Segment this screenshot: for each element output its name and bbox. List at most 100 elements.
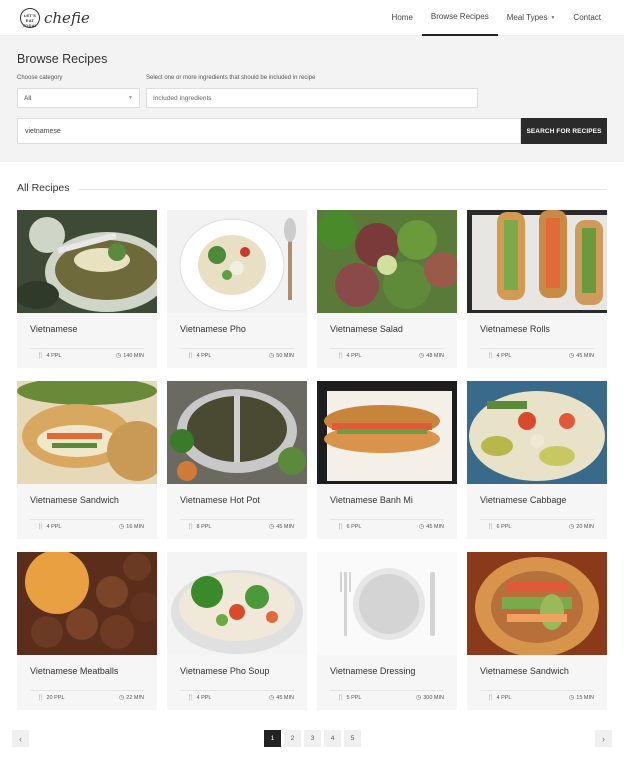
recipe-title[interactable]: Vietnamese Banh Mi <box>317 484 457 516</box>
recipe-title[interactable]: Vietnamese <box>17 313 157 345</box>
page-button[interactable]: 4 <box>324 730 341 747</box>
recipe-title[interactable]: Vietnamese Sandwich <box>17 484 157 516</box>
page-button[interactable]: 5 <box>344 730 361 747</box>
ingredients-label: Select one or more ingredients that shou… <box>146 75 316 81</box>
recipe-image[interactable] <box>17 210 157 313</box>
cook-time-value: 45 MIN <box>276 524 294 530</box>
section-title: All Recipes <box>17 182 78 194</box>
recipe-title[interactable]: Vietnamese Sandwich <box>467 655 607 687</box>
card-divider <box>180 519 294 520</box>
prev-page-button[interactable]: ‹ <box>12 730 29 747</box>
recipe-card[interactable]: Vietnamese Rolls 🍴 4 PPL ◷ 45 MIN <box>467 210 607 368</box>
utensils-icon: 🍴 <box>37 695 45 701</box>
clock-icon: ◷ <box>269 353 275 359</box>
page-title: Browse Recipes <box>17 52 108 66</box>
utensils-icon: 🍴 <box>337 524 345 530</box>
card-divider <box>180 690 294 691</box>
recipe-image[interactable] <box>317 552 457 655</box>
recipe-card[interactable]: Vietnamese Sandwich 🍴 4 PPL ◷ 15 MIN <box>467 552 607 710</box>
card-divider <box>30 348 144 349</box>
recipe-card[interactable]: Vietnamese Meatballs 🍴 20 PPL ◷ 22 MIN <box>17 552 157 710</box>
cook-time: ◷ 300 MIN <box>416 694 444 701</box>
recipe-image[interactable] <box>467 552 607 655</box>
recipe-card[interactable]: Vietnamese Dressing 🍴 5 PPL ◷ 300 MIN <box>317 552 457 710</box>
utensils-icon: 🍴 <box>37 353 45 359</box>
ingredients-input[interactable]: Included Ingredients <box>146 88 478 108</box>
recipe-title[interactable]: Vietnamese Dressing <box>317 655 457 687</box>
servings-value: 4 PPL <box>46 353 62 359</box>
servings-value: 6 PPL <box>346 524 362 530</box>
page-button[interactable]: 1 <box>264 730 281 747</box>
recipe-card[interactable]: Vietnamese Salad 🍴 4 PPL ◷ 48 MIN <box>317 210 457 368</box>
page-button[interactable]: 3 <box>304 730 321 747</box>
category-label: Choose category <box>17 75 63 81</box>
chevron-down-icon: ▼ <box>550 14 556 21</box>
recipe-image[interactable] <box>17 552 157 655</box>
cook-time: ◷ 20 MIN <box>569 523 594 530</box>
page-button[interactable]: 2 <box>284 730 301 747</box>
servings: 🍴 4 PPL <box>187 694 211 701</box>
servings: 🍴 4 PPL <box>487 694 511 701</box>
nav-meal-types[interactable]: Meal Types ▼ <box>498 0 565 36</box>
section-divider <box>17 189 607 190</box>
recipe-card[interactable]: Vietnamese Cabbage 🍴 6 PPL ◷ 20 MIN <box>467 381 607 539</box>
cook-time-value: 140 MIN <box>123 353 144 359</box>
clock-icon: ◷ <box>569 353 575 359</box>
recipe-image[interactable] <box>317 210 457 313</box>
search-panel: Browse Recipes Choose category Select on… <box>0 36 624 162</box>
nav-browse-recipes[interactable]: Browse Recipes <box>421 0 498 36</box>
brand-logo[interactable]: LET'S EAT TODAY chefie <box>20 7 90 28</box>
servings: 🍴 20 PPL <box>37 694 65 701</box>
servings-value: 4 PPL <box>196 695 212 701</box>
recipe-card[interactable]: Vietnamese Hot Pot 🍴 8 PPL ◷ 45 MIN <box>167 381 307 539</box>
cook-time: ◷ 45 MIN <box>269 523 294 530</box>
recipe-card[interactable]: Vietnamese Sandwich 🍴 4 PPL ◷ 16 MIN <box>17 381 157 539</box>
search-button[interactable]: SEARCH FOR RECIPES <box>521 118 607 144</box>
utensils-icon: 🍴 <box>337 353 345 359</box>
servings: 🍴 4 PPL <box>37 523 61 530</box>
cook-time: ◷ 16 MIN <box>119 523 144 530</box>
recipe-title[interactable]: Vietnamese Cabbage <box>467 484 607 516</box>
cook-time-value: 48 MIN <box>426 353 444 359</box>
recipe-title[interactable]: Vietnamese Pho <box>167 313 307 345</box>
card-divider <box>180 348 294 349</box>
search-input[interactable]: vietnamese <box>17 118 521 144</box>
utensils-icon: 🍴 <box>487 524 495 530</box>
recipe-image[interactable] <box>467 210 607 313</box>
recipe-title[interactable]: Vietnamese Salad <box>317 313 457 345</box>
chevron-down-icon: ▼ <box>128 95 133 101</box>
cook-time-value: 300 MIN <box>423 695 444 701</box>
recipe-card[interactable]: Vietnamese Banh Mi 🍴 6 PPL ◷ 45 MIN <box>317 381 457 539</box>
utensils-icon: 🍴 <box>37 524 45 530</box>
category-select[interactable]: All ▼ <box>17 88 140 108</box>
clock-icon: ◷ <box>569 524 575 530</box>
servings: 🍴 6 PPL <box>337 523 361 530</box>
cook-time-value: 22 MIN <box>126 695 144 701</box>
nav-contact[interactable]: Contact <box>564 0 610 36</box>
recipe-title[interactable]: Vietnamese Hot Pot <box>167 484 307 516</box>
card-divider <box>480 690 594 691</box>
recipe-image[interactable] <box>167 210 307 313</box>
recipe-title[interactable]: Vietnamese Rolls <box>467 313 607 345</box>
recipe-image[interactable] <box>167 552 307 655</box>
clock-icon: ◷ <box>569 695 575 701</box>
nav-links: Home Browse Recipes Meal Types ▼ Contact <box>383 0 610 36</box>
cook-time-value: 15 MIN <box>576 695 594 701</box>
next-page-button[interactable]: › <box>595 730 612 747</box>
clock-icon: ◷ <box>415 695 422 701</box>
servings-value: 4 PPL <box>46 524 62 530</box>
nav-meal-types-label: Meal Types <box>506 13 548 22</box>
recipe-image[interactable] <box>167 381 307 484</box>
recipe-title[interactable]: Vietnamese Pho Soup <box>167 655 307 687</box>
cook-time: ◷ 45 MIN <box>269 694 294 701</box>
recipe-card[interactable]: Vietnamese Pho 🍴 4 PPL ◷ 50 MIN <box>167 210 307 368</box>
recipe-card[interactable]: Vietnamese 🍴 4 PPL ◷ 140 MIN <box>17 210 157 368</box>
cook-time: ◷ 140 MIN <box>116 352 144 359</box>
nav-home[interactable]: Home <box>383 0 422 36</box>
recipe-image[interactable] <box>17 381 157 484</box>
recipe-title[interactable]: Vietnamese Meatballs <box>17 655 157 687</box>
recipe-image[interactable] <box>317 381 457 484</box>
recipe-card[interactable]: Vietnamese Pho Soup 🍴 4 PPL ◷ 45 MIN <box>167 552 307 710</box>
recipe-image[interactable] <box>467 381 607 484</box>
cook-time: ◷ 48 MIN <box>419 352 444 359</box>
